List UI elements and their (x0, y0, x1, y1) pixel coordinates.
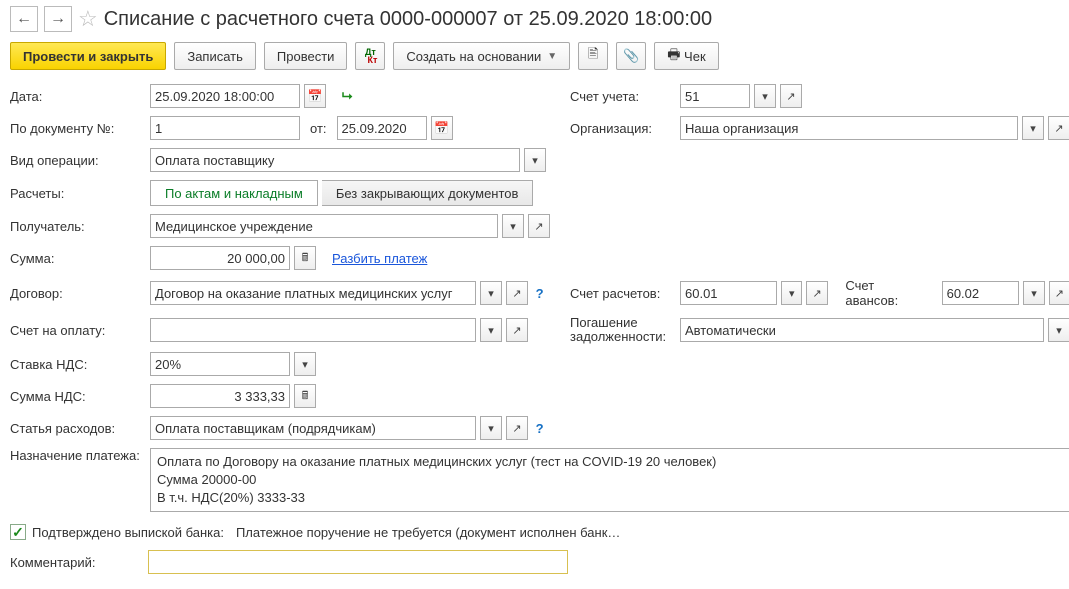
sum-label: Сумма: (10, 251, 150, 266)
confirmed-label: Подтверждено выпиской банка: (32, 525, 224, 540)
invoice-input[interactable] (150, 318, 476, 342)
expense-input[interactable]: Оплата поставщикам (подрядчикам) (150, 416, 476, 440)
settleacc-dropdown-button[interactable]: ▾ (781, 281, 802, 305)
org-dropdown-button[interactable]: ▾ (1022, 116, 1044, 140)
recipient-input[interactable]: Медицинское учреждение (150, 214, 498, 238)
recipient-open-button[interactable]: ↗ (528, 214, 550, 238)
debt-dropdown-button[interactable]: ▾ (1048, 318, 1069, 342)
comment-label: Комментарий: (10, 555, 138, 570)
advanceacc-label: Счет авансов: (845, 278, 927, 308)
optype-input[interactable]: Оплата поставщику (150, 148, 520, 172)
vatsum-calc-button[interactable]: 🖩 (294, 384, 316, 408)
post-button[interactable]: Провести (264, 42, 348, 70)
nav-back-button[interactable]: ← (10, 6, 38, 32)
confirmed-text: Платежное поручение не требуется (докуме… (236, 525, 620, 540)
expense-help-icon[interactable]: ? (532, 421, 544, 436)
recipient-label: Получатель: (10, 219, 150, 234)
debt-input[interactable]: Автоматически (680, 318, 1044, 342)
favorite-star-icon[interactable]: ☆ (78, 6, 98, 32)
confirmed-checkbox[interactable]: ✓ (10, 524, 26, 540)
seg-nodocs-button[interactable]: Без закрывающих документов (322, 180, 534, 206)
page-title: Списание с расчетного счета 0000-000007 … (104, 8, 712, 31)
docno-label: По документу №: (10, 121, 150, 136)
vatrate-dropdown-button[interactable]: ▾ (294, 352, 316, 376)
org-label: Организация: (570, 121, 680, 136)
docno-input[interactable]: 1 (150, 116, 300, 140)
settleacc-input[interactable]: 60.01 (680, 281, 777, 305)
invoice-open-button[interactable]: ↗ (506, 318, 528, 342)
settleacc-open-button[interactable]: ↗ (806, 281, 827, 305)
account-dropdown-button[interactable]: ▾ (754, 84, 776, 108)
advanceacc-dropdown-button[interactable]: ▾ (1023, 281, 1044, 305)
expense-open-button[interactable]: ↗ (506, 416, 528, 440)
docdate-input[interactable]: 25.09.2020 (337, 116, 427, 140)
date-input[interactable]: 25.09.2020 18:00:00 (150, 84, 300, 108)
advanceacc-open-button[interactable]: ↗ (1049, 281, 1069, 305)
cheque-button[interactable]: 🖶 Чек (654, 42, 718, 70)
contract-help-icon[interactable]: ? (532, 286, 544, 301)
purpose-textarea[interactable]: Оплата по Договору на оказание платных м… (150, 448, 1069, 512)
vatrate-label: Ставка НДС: (10, 357, 150, 372)
advanceacc-input[interactable]: 60.02 (942, 281, 1020, 305)
contract-input[interactable]: Договор на оказание платных медицинских … (150, 281, 476, 305)
account-label: Счет учета: (570, 89, 680, 104)
create-based-on-button[interactable]: Создать на основании▼ (393, 42, 570, 70)
docfrom-label: от: (310, 121, 327, 136)
settleacc-label: Счет расчетов: (570, 286, 680, 301)
attachment-button[interactable]: 📎 (616, 42, 646, 70)
vatrate-input[interactable]: 20% (150, 352, 290, 376)
contract-dropdown-button[interactable]: ▾ (480, 281, 502, 305)
seg-acts-button[interactable]: По актам и накладным (150, 180, 318, 206)
nav-forward-button[interactable]: → (44, 6, 72, 32)
save-button[interactable]: Записать (174, 42, 256, 70)
dtkt-button[interactable]: ДтКт (355, 42, 385, 70)
vatsum-input[interactable]: 3 333,33 (150, 384, 290, 408)
debt-label: Погашение задолженности: (570, 316, 680, 344)
comment-input[interactable] (148, 550, 568, 574)
sum-calc-button[interactable]: 🖩 (294, 246, 316, 270)
expense-dropdown-button[interactable]: ▾ (480, 416, 502, 440)
structure-button[interactable]: 🖹 (578, 42, 608, 70)
account-input[interactable]: 51 (680, 84, 750, 108)
vatsum-label: Сумма НДС: (10, 389, 150, 404)
org-input[interactable]: Наша организация (680, 116, 1018, 140)
post-and-close-button[interactable]: Провести и закрыть (10, 42, 166, 70)
account-open-button[interactable]: ↗ (780, 84, 802, 108)
expense-label: Статья расходов: (10, 421, 150, 436)
split-payment-link[interactable]: Разбить платеж (332, 251, 427, 266)
docdate-calendar-icon[interactable]: 📅 (431, 116, 453, 140)
calc-label: Расчеты: (10, 186, 150, 201)
invoice-label: Счет на оплату: (10, 323, 150, 338)
printer-icon: 🖶 (667, 44, 680, 68)
invoice-dropdown-button[interactable]: ▾ (480, 318, 502, 342)
posted-icon[interactable]: ⮡ (342, 88, 352, 104)
contract-label: Договор: (10, 286, 150, 301)
chevron-down-icon: ▼ (547, 51, 557, 62)
org-open-button[interactable]: ↗ (1048, 116, 1069, 140)
purpose-label: Назначение платежа: (10, 448, 150, 464)
date-label: Дата: (10, 89, 150, 104)
contract-open-button[interactable]: ↗ (506, 281, 528, 305)
calendar-icon[interactable]: 📅 (304, 84, 326, 108)
optype-dropdown-button[interactable]: ▾ (524, 148, 546, 172)
sum-input[interactable]: 20 000,00 (150, 246, 290, 270)
recipient-dropdown-button[interactable]: ▾ (502, 214, 524, 238)
optype-label: Вид операции: (10, 153, 150, 168)
